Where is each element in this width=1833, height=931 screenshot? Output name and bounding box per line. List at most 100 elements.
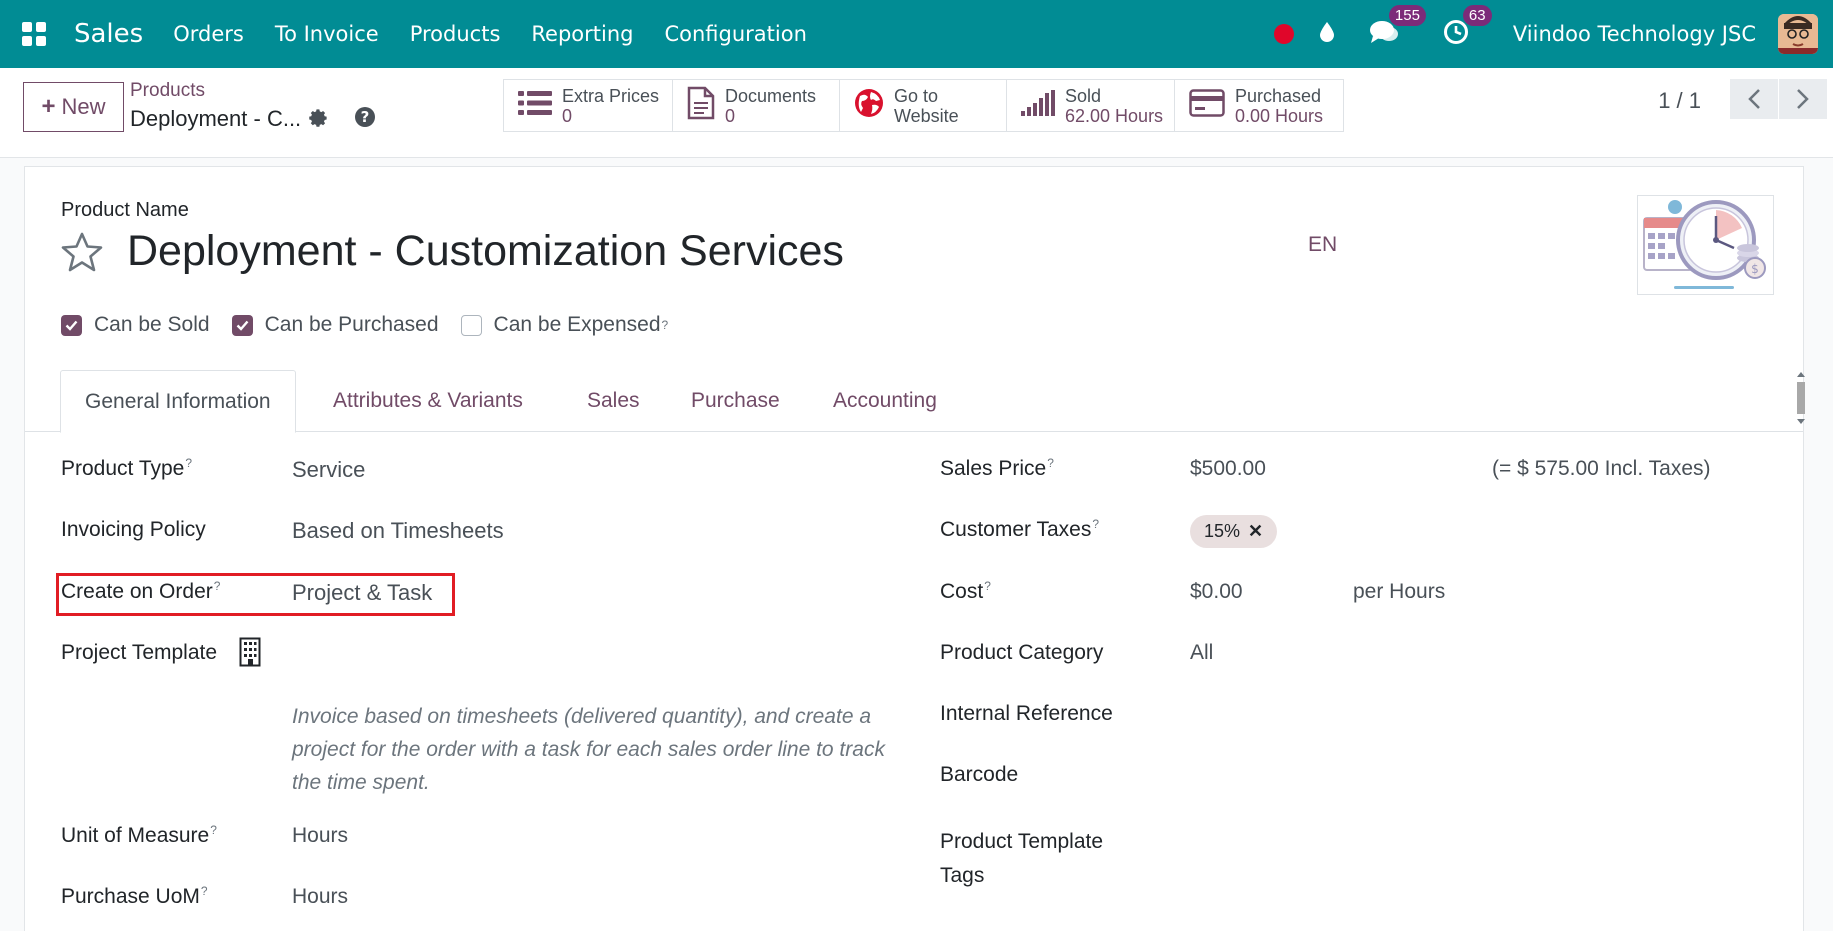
recording-dot-icon[interactable] <box>1273 24 1294 44</box>
clock-activity-icon[interactable]: 63 <box>1443 5 1492 49</box>
go-to-label: Go to <box>894 85 939 106</box>
menu-configuration[interactable]: Configuration <box>664 22 806 46</box>
sales-price-input[interactable]: $500.00 <box>1190 457 1266 481</box>
menu-orders[interactable]: Orders <box>173 22 244 46</box>
help-tooltip-mark[interactable]: ? <box>662 318 669 332</box>
sold-value: 62.00 Hours <box>1065 105 1164 126</box>
invoicing-policy-label: Invoicing Policy <box>61 518 206 541</box>
help-tooltip-mark[interactable]: ? <box>214 579 221 593</box>
sold-label: Sold <box>1065 85 1102 106</box>
help-tooltip-mark[interactable]: ? <box>1047 456 1054 470</box>
user-avatar[interactable] <box>1778 14 1818 54</box>
menu-reporting[interactable]: Reporting <box>531 22 633 46</box>
new-button-label: New <box>61 94 106 119</box>
signal-bars-icon <box>1021 90 1055 121</box>
product-category-select[interactable]: All <box>1190 641 1213 665</box>
invoicing-policy-select[interactable]: Based on Timesheets <box>292 518 504 544</box>
tab-general-information[interactable]: General Information <box>60 370 296 433</box>
close-icon[interactable]: ✕ <box>1248 521 1263 542</box>
help-tooltip-mark[interactable]: ? <box>210 823 217 837</box>
help-circle-icon[interactable]: ? <box>354 106 376 132</box>
pager-counter[interactable]: 1 / 1 <box>1658 88 1701 114</box>
tab-attributes-variants[interactable]: Attributes & Variants <box>333 370 523 432</box>
cost-input[interactable]: $0.00 <box>1190 580 1243 604</box>
messages-badge: 155 <box>1388 5 1426 26</box>
can-be-purchased-label: Can be Purchased <box>264 313 439 336</box>
product-name-label: Product Name <box>61 199 189 221</box>
can-be-expensed-label: Can be Expensed <box>493 313 661 336</box>
app-name[interactable]: Sales <box>74 19 143 49</box>
tax-tag[interactable]: 15% ✕ <box>1190 515 1278 548</box>
svg-text:?: ? <box>361 108 370 126</box>
purchased-button[interactable]: Purchased 0.00 Hours <box>1175 80 1343 131</box>
product-name-field[interactable]: Deployment - Customization Services <box>127 227 844 276</box>
gear-icon[interactable] <box>308 108 330 134</box>
can-be-purchased-checkbox[interactable]: Can be Purchased <box>231 313 439 337</box>
product-flags: Can be Sold Can be Purchased Can be Expe… <box>61 313 690 337</box>
globe-icon <box>854 88 884 123</box>
activities-badge: 63 <box>1462 5 1492 26</box>
form-sheet: Product Name Deployment - Customization … <box>24 166 1807 931</box>
invoicing-help-text: Invoice based on timesheets (delivered q… <box>292 705 885 794</box>
tab-purchase[interactable]: Purchase <box>691 370 780 432</box>
checkbox-unchecked-icon[interactable] <box>460 314 482 336</box>
control-panel: + New Products Deployment - C... ? Extra… <box>0 68 1833 158</box>
project-template-label: Project Template <box>61 641 218 664</box>
barcode-input[interactable] <box>1190 763 1690 791</box>
menu-products[interactable]: Products <box>410 22 501 46</box>
pager-next-button[interactable] <box>1779 79 1827 119</box>
project-template-input[interactable] <box>292 641 792 669</box>
extra-prices-value: 0 <box>562 105 573 126</box>
can-be-sold-checkbox[interactable]: Can be Sold <box>61 313 210 337</box>
website-label: Website <box>894 105 959 126</box>
scrollbar[interactable] <box>1795 370 1807 426</box>
product-type-select[interactable]: Service <box>292 457 365 483</box>
sold-button[interactable]: Sold 62.00 Hours <box>1007 80 1175 131</box>
help-tooltip-mark[interactable]: ? <box>1092 517 1099 531</box>
purchased-label: Purchased <box>1235 85 1322 106</box>
building-icon <box>239 637 261 671</box>
tab-sales[interactable]: Sales <box>587 370 640 432</box>
breadcrumb-current: Deployment - C... <box>130 106 302 131</box>
language-button[interactable]: EN <box>1308 233 1337 257</box>
sales-price-label: Sales Price? <box>940 456 1054 480</box>
menu-to-invoice[interactable]: To Invoice <box>275 22 379 46</box>
purchase-uom-label: Purchase UoM? <box>61 884 208 908</box>
company-switcher[interactable]: Viindoo Technology JSC <box>1513 22 1756 46</box>
can-be-expensed-checkbox[interactable]: Can be Expensed? <box>460 313 669 337</box>
plus-icon: + <box>41 93 56 120</box>
purchase-uom-select[interactable]: Hours <box>292 885 348 909</box>
chat-bubble-icon[interactable]: 155 <box>1369 5 1426 49</box>
purchased-value: 0.00 Hours <box>1235 105 1324 126</box>
document-icon <box>687 86 715 125</box>
unit-of-measure-select[interactable]: Hours <box>292 824 348 848</box>
product-category-label: Product Category <box>940 641 1104 664</box>
internal-reference-label: Internal Reference <box>940 702 1113 725</box>
pager-previous-button[interactable] <box>1730 79 1778 119</box>
star-icon[interactable] <box>61 232 103 276</box>
help-tooltip-mark[interactable]: ? <box>984 579 991 593</box>
list-icon <box>518 89 552 122</box>
help-tooltip-mark[interactable]: ? <box>201 884 208 898</box>
documents-value: 0 <box>725 105 736 126</box>
customer-taxes-label: Customer Taxes? <box>940 517 1100 541</box>
barcode-label: Barcode <box>940 763 1019 786</box>
unit-of-measure-label: Unit of Measure? <box>61 823 217 847</box>
extra-prices-button[interactable]: Extra Prices 0 <box>504 80 673 131</box>
documents-button[interactable]: Documents 0 <box>673 80 840 131</box>
go-to-website-button[interactable]: Go to Website <box>840 80 1007 131</box>
new-button[interactable]: + New <box>23 82 124 132</box>
smart-buttons: Extra Prices 0 Documents 0 Go to Website So… <box>503 79 1344 132</box>
water-drop-icon[interactable] <box>1319 21 1335 47</box>
checkbox-checked-icon[interactable] <box>231 314 253 336</box>
checkbox-checked-icon[interactable] <box>61 314 82 336</box>
tab-accounting[interactable]: Accounting <box>833 370 937 432</box>
apps-grid-icon[interactable] <box>0 0 68 68</box>
internal-reference-input[interactable] <box>1190 702 1690 730</box>
create-on-order-select[interactable]: Project & Task <box>292 580 432 606</box>
price-incl-taxes: (= $ 575.00 Incl. Taxes) <box>1492 457 1711 480</box>
notebook-tabs: General Information Attributes & Variant… <box>25 370 1803 433</box>
breadcrumb-parent[interactable]: Products <box>130 80 205 102</box>
help-tooltip-mark[interactable]: ? <box>185 456 192 470</box>
product-image[interactable]: $ <box>1637 195 1774 295</box>
